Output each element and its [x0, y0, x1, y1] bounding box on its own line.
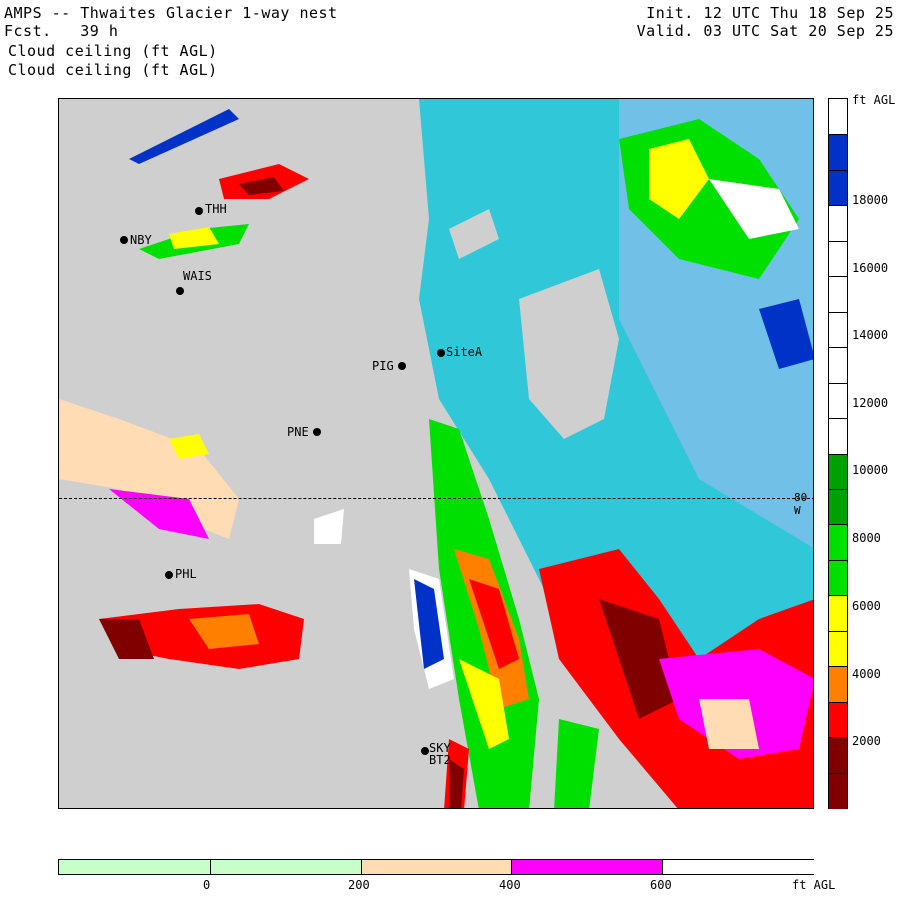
colorbar-segment: [829, 276, 847, 314]
station-wais-dot: [176, 287, 184, 295]
lower-bar-segment: [209, 860, 363, 874]
map-field: [59, 99, 813, 808]
colorbar-segment: [829, 559, 847, 597]
lower-bar-tick-600: 600: [650, 878, 672, 892]
colorbar-segment: [829, 134, 847, 172]
station-pne: PNE: [287, 425, 309, 439]
colorbar-segment: [829, 772, 847, 810]
field-name-1: Cloud ceiling (ft AGL): [8, 42, 218, 60]
valid-time: Valid. 03 UTC Sat 20 Sep 25: [636, 22, 894, 40]
lower-bar-tick-200: 200: [348, 878, 370, 892]
colorbar-tick-6000: 6000: [852, 599, 881, 613]
field-name-2: Cloud ceiling (ft AGL): [8, 61, 218, 79]
colorbar-segment: [829, 418, 847, 455]
station-sitea-dot: [437, 349, 445, 357]
map-panel: 80 W THH NBY WAIS PIG SiteA PNE PHL SKY …: [58, 98, 814, 809]
colorbar: [828, 98, 848, 810]
station-wais: WAIS: [183, 269, 212, 283]
colorbar-unit: ft AGL: [852, 93, 896, 107]
colorbar-tick-2000: 2000: [852, 734, 881, 748]
latitude-label: 80 W: [794, 491, 808, 517]
colorbar-tick-4000: 4000: [852, 667, 881, 681]
station-thh: THH: [205, 202, 227, 216]
colorbar-segment: [829, 488, 847, 526]
colorbar-segment: [829, 524, 847, 562]
colorbar-segment: [829, 240, 847, 278]
station-sitea: SiteA: [446, 345, 483, 359]
station-pig-dot: [398, 362, 406, 370]
station-phl-dot: [165, 571, 173, 579]
lower-bar-segment: [360, 860, 513, 874]
colorbar-tick-16000: 16000: [852, 261, 889, 275]
colorbar-segment: [829, 347, 847, 385]
station-nby-dot: [120, 236, 128, 244]
colorbar-segment: [829, 666, 847, 704]
colorbar-tick-14000: 14000: [852, 328, 889, 342]
lower-bar-segment: [511, 860, 664, 874]
lower-bar-tick-0: 0: [203, 878, 211, 892]
station-bt2: BT2: [429, 753, 451, 767]
station-pne-dot: [313, 428, 321, 436]
station-pig: PIG: [372, 359, 394, 373]
station-phl: PHL: [175, 567, 197, 581]
latitude-line: [59, 498, 813, 499]
colorbar-segment: [829, 453, 847, 491]
lower-bar-segment: [59, 860, 211, 874]
colorbar-segment: [829, 382, 847, 420]
colorbar-segment: [829, 311, 847, 349]
station-nby: NBY: [130, 233, 152, 247]
map-title: AMPS -- Thwaites Glacier 1-way nest: [4, 4, 338, 22]
colorbar-segment: [829, 169, 847, 207]
colorbar-segment: [829, 205, 847, 243]
forecast-hour: Fcst. 39 h: [4, 22, 119, 40]
station-thh-dot: [195, 207, 203, 215]
colorbar-tick-18000: 18000: [852, 193, 889, 207]
colorbar-segment: [829, 99, 847, 135]
colorbar-segment: [829, 737, 847, 775]
station-bt2-dot: [421, 747, 429, 755]
lower-bar-segment: [662, 860, 815, 874]
colorbar-tick-8000: 8000: [852, 531, 881, 545]
colorbar-tick-12000: 12000: [852, 396, 889, 410]
low-ceiling-colorbar: [58, 859, 815, 875]
colorbar-segment: [829, 630, 847, 668]
colorbar-segment: [829, 595, 847, 633]
colorbar-tick-10000: 10000: [852, 463, 889, 477]
colorbar-segment: [829, 701, 847, 739]
lower-bar-tick-400: 400: [499, 878, 521, 892]
init-time: Init. 12 UTC Thu 18 Sep 25: [646, 4, 894, 22]
lower-bar-unit: ft AGL: [792, 878, 836, 892]
